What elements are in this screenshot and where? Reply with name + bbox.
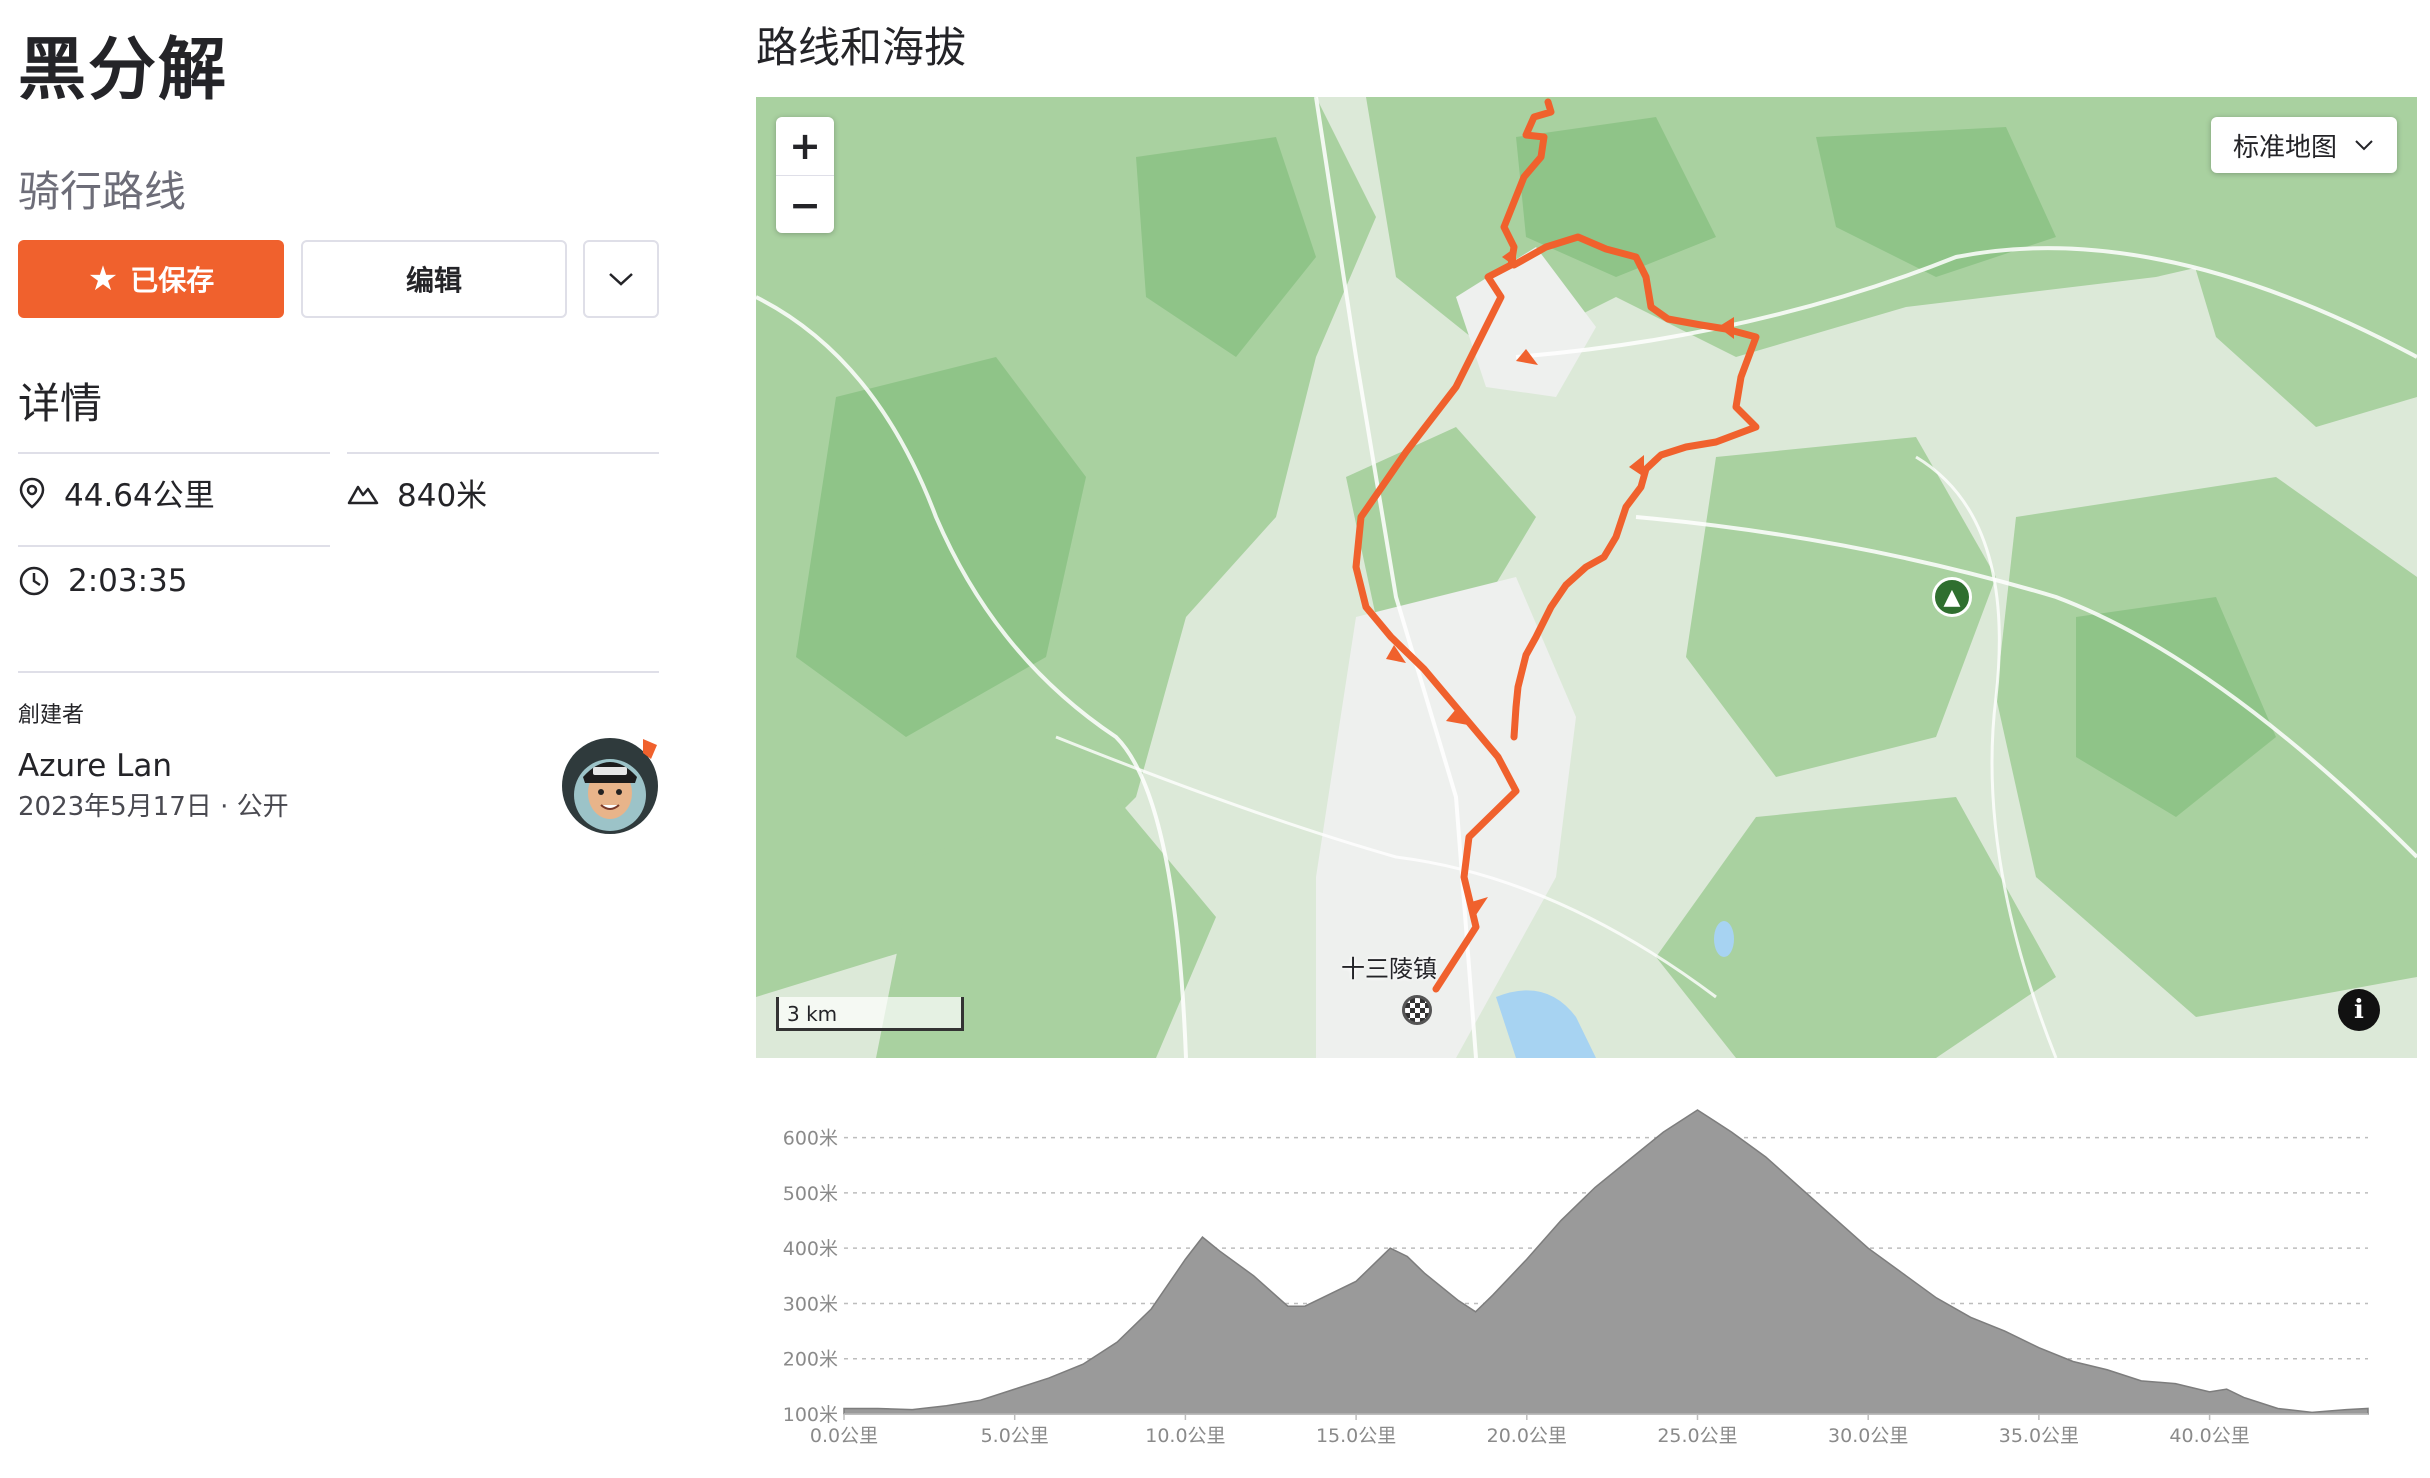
y-tick-label: 200米 — [783, 1349, 838, 1371]
elevation-gain-stat: 840米 — [347, 470, 487, 515]
elevation-gain-value: 840米 — [397, 478, 488, 514]
x-tick-label: 40.0公里 — [2169, 1425, 2249, 1447]
location-pin-icon — [19, 477, 45, 509]
separator-dot: · — [220, 792, 237, 822]
divider — [18, 545, 330, 547]
zoom-out-button[interactable]: − — [776, 176, 834, 234]
creator-name[interactable]: Azure Lan — [18, 748, 172, 784]
x-tick-label: 10.0公里 — [1145, 1425, 1225, 1447]
section-title: 路线和海拔 — [756, 23, 967, 72]
clock-icon — [19, 566, 49, 596]
town-label: 十三陵镇 — [1341, 955, 1437, 983]
divider — [18, 671, 659, 673]
y-tick-label: 600米 — [783, 1128, 838, 1150]
route-map[interactable]: + − 标准地图 ▲ 十三陵镇 3 km i — [756, 97, 2417, 1058]
start-finish-flag-icon — [1402, 995, 1432, 1025]
creator-label: 創建者 — [18, 703, 85, 728]
park-tree-icon[interactable]: ▲ — [1932, 577, 1972, 617]
saved-button-label: 已保存 — [130, 264, 215, 297]
y-tick-label: 300米 — [783, 1293, 838, 1315]
star-icon: ★ — [87, 259, 119, 299]
elevation-area — [843, 1109, 2369, 1415]
visibility-label: 公开 — [236, 792, 289, 822]
divider — [18, 452, 330, 454]
map-type-dropdown[interactable]: 标准地图 — [2210, 117, 2397, 173]
x-tick-label: 15.0公里 — [1316, 1425, 1396, 1447]
x-tick-label: 5.0公里 — [981, 1425, 1049, 1447]
y-tick-label: 500米 — [783, 1183, 838, 1205]
y-tick-label: 100米 — [783, 1404, 838, 1426]
distance-stat: 44.64公里 — [18, 470, 215, 515]
route-title: 黑分解 — [18, 31, 229, 110]
divider — [347, 452, 659, 454]
zoom-control: + − — [776, 117, 834, 233]
details-heading: 详情 — [18, 379, 103, 428]
edit-button[interactable]: 编辑 — [301, 240, 567, 318]
saved-button[interactable]: ★ 已保存 — [18, 240, 284, 318]
time-value: 2:03:35 — [68, 563, 188, 599]
avatar[interactable] — [561, 737, 659, 835]
chevron-down-icon — [2355, 140, 2373, 151]
more-options-button[interactable] — [583, 240, 659, 318]
time-stat: 2:03:35 — [18, 563, 188, 599]
zoom-in-button[interactable]: + — [776, 117, 834, 176]
x-tick-label: 35.0公里 — [1999, 1425, 2079, 1447]
mountain-icon — [347, 485, 379, 504]
distance-value: 44.64公里 — [64, 478, 215, 514]
map-terrain — [756, 97, 2417, 1058]
elevation-chart[interactable]: 100米 200米 300米 400米 500米 600米 0.0公里 5.0公里 10.0公里… — [756, 1070, 2417, 1470]
chevron-down-icon — [609, 273, 633, 286]
x-tick-label: 20.0公里 — [1487, 1425, 1567, 1447]
map-type-label: 标准地图 — [2232, 132, 2337, 163]
y-tick-label: 400米 — [783, 1238, 838, 1260]
created-date: 2023年5月17日 — [18, 792, 212, 822]
map-scale: 3 km — [776, 997, 964, 1031]
info-icon[interactable]: i — [2338, 989, 2380, 1031]
edit-button-label: 编辑 — [405, 264, 462, 297]
x-tick-label: 25.0公里 — [1657, 1425, 1737, 1447]
x-tick-label: 0.0公里 — [810, 1425, 878, 1447]
creator-meta: 2023年5月17日 · 公开 — [18, 786, 289, 823]
route-type: 骑行路线 — [18, 167, 187, 216]
x-tick-label: 30.0公里 — [1828, 1425, 1908, 1447]
